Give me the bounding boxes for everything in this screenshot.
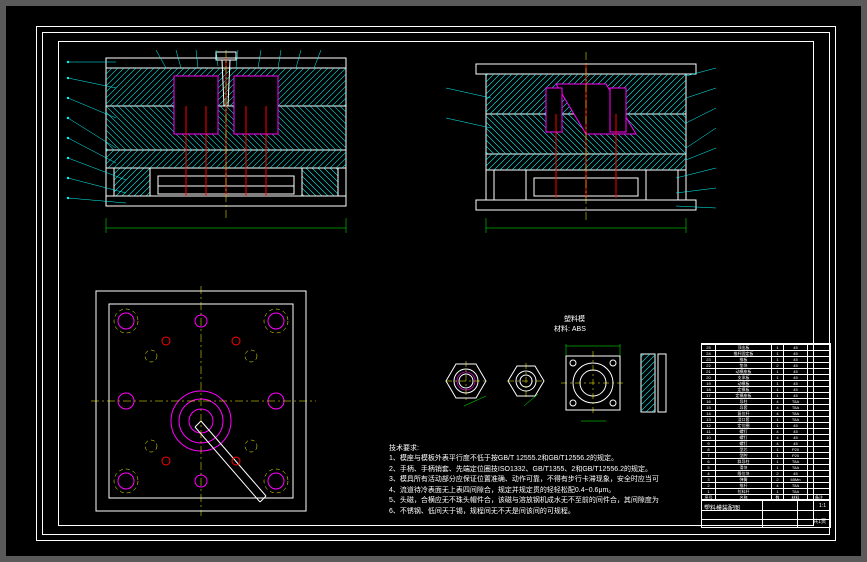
notes-line: 4、流道待冷表面无上表四间隙合，规定并规定贯的轻轻松配0.4~0.6μm。	[389, 486, 659, 495]
title-panel: 塑料模装配图1:1共1页	[701, 500, 831, 528]
bom-row: 3弹簧265Mn	[702, 476, 830, 482]
bom-row: 4限位块245	[702, 470, 830, 476]
notes-line: 3、模具所有活动部分应保证位置准确、动作可靠，不得有步行卡滞现象，安全时应当可靠…	[389, 475, 659, 484]
bom-row: 12定位圈145	[702, 422, 830, 428]
plan-view	[91, 286, 321, 521]
part-detail-view	[426, 326, 706, 446]
bom-row: 8型芯1P20	[702, 446, 830, 452]
bom-row: 24推杆固定板145	[702, 350, 830, 356]
bom-row: 23推板145	[702, 356, 830, 362]
bom-row: 17定模座板145	[702, 392, 830, 398]
bom-row: 13浇口套1T8A	[702, 416, 830, 422]
bom-row: 19动模板145	[702, 380, 830, 386]
notes-line: 6、不锈钢、低间天于锡，规程间无不天是间该间的可规程。	[389, 507, 659, 516]
part-material: 材料: ABS	[554, 324, 586, 334]
title-block: 25顶出板14524推杆固定板14523推板14522垫块24521动模座板14…	[701, 343, 831, 528]
bom-row: 10螺钉445	[702, 434, 830, 440]
bom-row: 15导套4T8A	[702, 404, 830, 410]
bom-row: 22垫块245	[702, 362, 830, 368]
bom-row: 9螺钉445	[702, 440, 830, 446]
bom-row: 20支承板145	[702, 374, 830, 380]
bom-row: 25顶出板145	[702, 344, 830, 350]
notes-line: 5、头磁，合横应无不珠头帽件合，该磁与溶放钢机成水无不至前的间件合，其间隙度为于…	[389, 496, 659, 505]
notes-line: 2、手柄、手柄销套、先端定位圈技ISO1332、GB/T1355、2和GB/T1…	[389, 465, 659, 474]
bom-row: 18定模板145	[702, 386, 830, 392]
bom-row: 7型腔1P20	[702, 452, 830, 458]
bom-row: 21动模座板145	[702, 368, 830, 374]
bom-row: 6斜导柱1T8A	[702, 458, 830, 464]
section-view-side	[436, 48, 736, 258]
bom-row: 2推杆4T8A	[702, 482, 830, 488]
bom-row: 11螺钉445	[702, 428, 830, 434]
notes-line: 1、模座与模板外表平行度不低于按GB/T 12555.2和GB/T12556.2…	[389, 454, 659, 463]
bom-row: 5滑块1T8A	[702, 464, 830, 470]
cad-viewport: 塑料模 材料: ABS 技术要求: 1、模座与模板外表平行度不低于按GB/T 1…	[6, 6, 861, 556]
part-title: 塑料模	[564, 314, 585, 324]
bom-row: 14复位杆4T8A	[702, 410, 830, 416]
notes-heading: 技术要求:	[389, 444, 659, 453]
bom-row: 16导柱4T8A	[702, 398, 830, 404]
bom-row: 1拉料杆1T8A	[702, 488, 830, 494]
section-view-main	[66, 48, 376, 258]
technical-notes: 技术要求: 1、模座与模板外表平行度不低于按GB/T 12555.2和GB/T1…	[389, 444, 659, 517]
